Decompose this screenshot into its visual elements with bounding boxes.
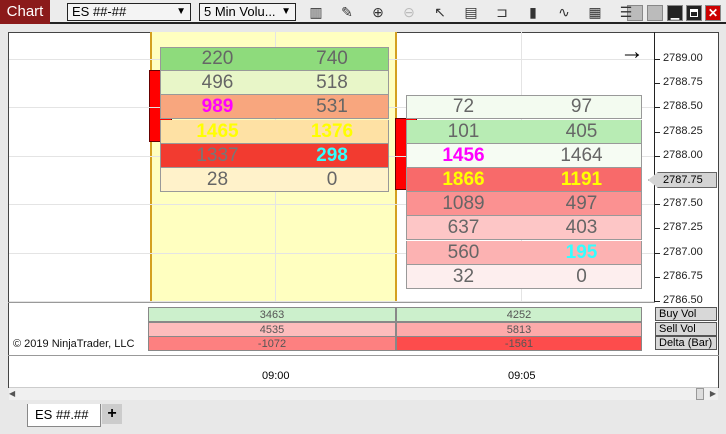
bid-volume: 1337 [196, 145, 239, 166]
instrument-selector[interactable]: ES ##-## ▼ [67, 3, 191, 21]
summary-cell: 3463 [148, 307, 396, 322]
tick [655, 59, 660, 60]
bid-volume: 1866 [442, 169, 485, 190]
time-label: 09:05 [508, 370, 536, 382]
price-label: 2787.25 [663, 221, 703, 233]
bid-volume: 220 [201, 48, 234, 69]
pencil-icon[interactable]: ✎ [338, 4, 356, 21]
ask-volume: 298 [316, 145, 348, 166]
summary-cell: 4535 [148, 321, 396, 337]
horizontal-scrollbar[interactable]: ◀ ▶ [9, 387, 718, 400]
chevron-down-icon: ▼ [176, 6, 186, 17]
time-label: 09:00 [262, 370, 290, 382]
window-link-button-2[interactable] [647, 5, 663, 21]
chevron-down-icon: ▼ [281, 6, 291, 17]
ask-volume: 0 [326, 169, 338, 190]
chart-title: Chart [0, 0, 50, 24]
ask-volume: 518 [316, 72, 348, 93]
scroll-left-icon[interactable]: ◀ [9, 389, 15, 398]
tab-es[interactable]: ES ##.## [27, 404, 101, 427]
bid-volume: 1456 [442, 145, 485, 166]
summary-label: Buy Vol [655, 307, 717, 321]
summary-cell: -1561 [396, 336, 642, 352]
price-label: 2786.50 [663, 294, 703, 306]
maximize-button[interactable] [686, 5, 702, 21]
price-label: 2788.00 [663, 149, 703, 161]
panel-divider [8, 302, 655, 303]
bid-volume: 560 [447, 242, 480, 263]
ask-volume: 1376 [310, 121, 354, 142]
bid-volume: 28 [206, 169, 229, 190]
templates-icon[interactable]: ▦ [586, 4, 604, 21]
bid-volume: 72 [452, 96, 475, 117]
price-axis-line [654, 32, 655, 303]
tick [655, 107, 660, 108]
copyright: © 2019 NinjaTrader, LLC [13, 338, 135, 350]
arrow-right-icon[interactable]: → [620, 38, 644, 66]
scroll-right-icon[interactable]: ▶ [710, 389, 716, 398]
tick [655, 83, 660, 84]
time-axis-line [8, 355, 719, 356]
tick [655, 301, 660, 302]
ask-volume: 0 [576, 266, 587, 287]
current-price-marker: 2787.75 [648, 172, 717, 188]
close-button[interactable]: ✕ [705, 5, 721, 21]
properties-icon[interactable]: ⊐ [493, 4, 511, 21]
tick [655, 228, 660, 229]
tick [655, 277, 660, 278]
zoom-out-icon[interactable]: ⊖ [400, 4, 418, 21]
ask-volume: 1191 [560, 169, 603, 190]
bid-volume: 1465 [196, 121, 239, 142]
summary-cell: 4252 [396, 307, 642, 322]
indicators-icon[interactable]: ▮ [524, 4, 542, 21]
summary-cell: -1072 [148, 336, 396, 352]
pointer-icon[interactable]: ↖ [431, 4, 449, 21]
interval-value: 5 Min Volu... [204, 4, 276, 19]
price-label: 2788.50 [663, 100, 703, 112]
ask-volume: 497 [565, 193, 598, 214]
summary-label: Sell Vol [655, 321, 717, 336]
tick [655, 156, 660, 157]
minimize-button[interactable]: ▁ [667, 5, 683, 21]
ask-volume: 531 [316, 96, 348, 117]
tick [655, 204, 660, 205]
ask-volume: 1464 [560, 145, 603, 166]
tick [655, 132, 660, 133]
ask-volume: 405 [565, 121, 598, 142]
summary-label: Delta (Bar) [655, 336, 717, 351]
bid-volume: 496 [201, 72, 234, 93]
add-tab-button[interactable]: + [102, 404, 122, 424]
list-icon[interactable]: ☰ [617, 4, 635, 21]
price-label: 2788.75 [663, 76, 703, 88]
interval-selector[interactable]: 5 Min Volu... ▼ [199, 3, 296, 21]
price-label: 2788.25 [663, 125, 703, 137]
price-label: 2786.75 [663, 270, 703, 282]
scrollbar-thumb[interactable] [696, 388, 704, 400]
zoom-in-icon[interactable]: ⊕ [369, 4, 387, 21]
bid-volume: 1089 [442, 193, 485, 214]
summary-cell: 5813 [396, 321, 642, 337]
gridline [9, 301, 654, 302]
bid-volume: 32 [452, 266, 475, 287]
bid-volume: 989 [201, 96, 234, 117]
price-label: 2787.50 [663, 197, 703, 209]
bar-type-icon[interactable]: ▥ [307, 4, 325, 21]
tick [655, 253, 660, 254]
ask-volume: 195 [565, 242, 598, 263]
bid-volume: 637 [447, 217, 480, 238]
ask-volume: 403 [565, 217, 598, 238]
price-label: 2787.00 [663, 246, 703, 258]
ask-volume: 97 [570, 96, 593, 117]
strategies-icon[interactable]: ∿ [555, 4, 573, 21]
price-label: 2789.00 [663, 52, 703, 64]
ask-volume: 740 [316, 48, 348, 69]
instrument-value: ES ##-## [72, 4, 127, 19]
bid-volume: 101 [447, 121, 480, 142]
data-box-icon[interactable]: ▤ [462, 4, 480, 21]
